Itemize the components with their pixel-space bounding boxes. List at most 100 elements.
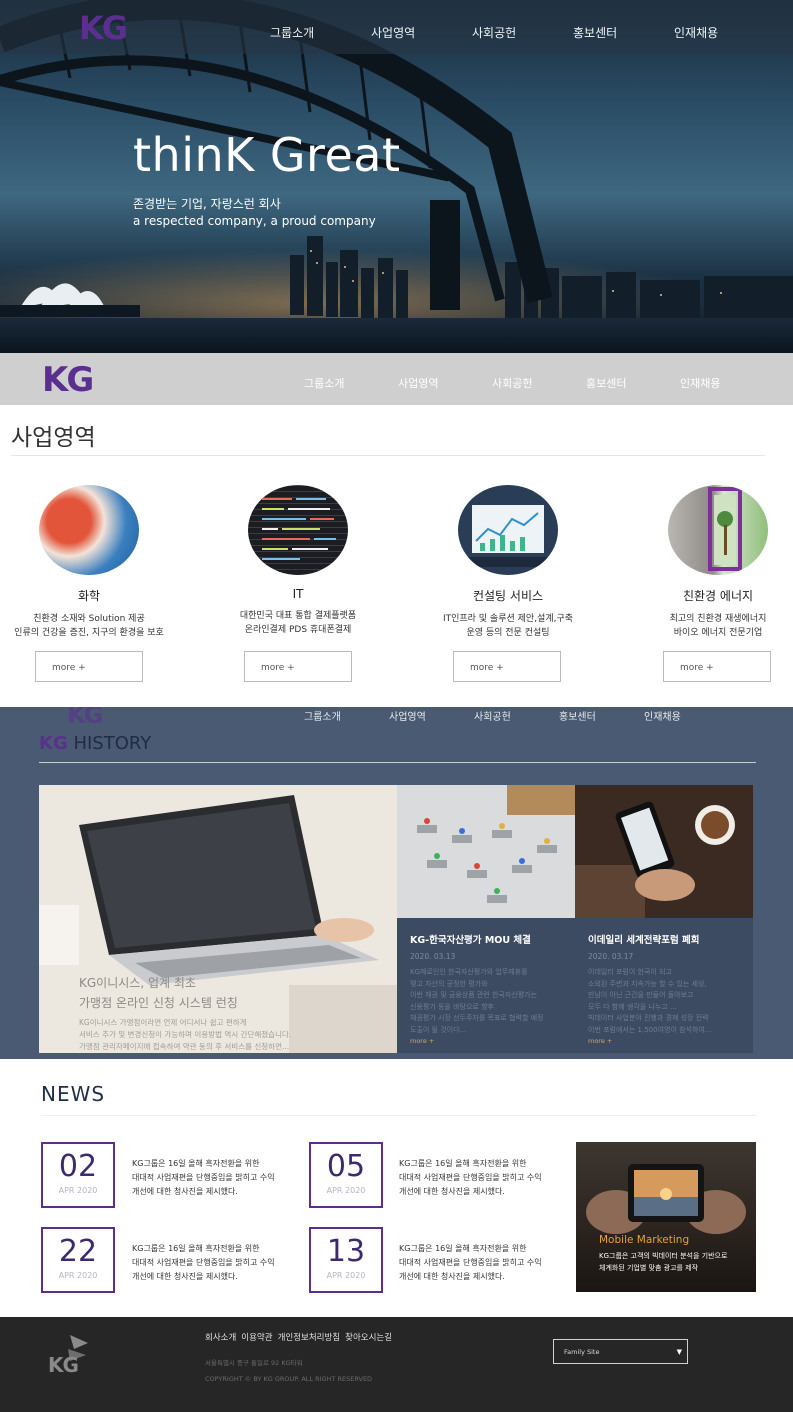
history-main-text: KG이니시스 가맹점이라면 언제 어디서나 쉽고 편하게 서비스 추가 및 변경… [79, 1017, 379, 1053]
divider [41, 1115, 756, 1116]
business-desc-line: 친환경 소재와 Solution 제공 [33, 614, 145, 624]
nav-item-group-intro[interactable]: 그룹소개 [304, 375, 398, 391]
hero-nav-menu: 그룹소개 사업영역 사회공헌 홍보센터 인재채용 [270, 24, 775, 41]
history-card-text-line: 채권평가 시장 선두주자를 목표로 협력할 예정 [410, 1014, 544, 1022]
business-desc: 친환경 소재와 Solution 제공 인류의 건강을 증진, 지구의 환경을 … [9, 612, 169, 640]
phone-illustration [575, 785, 753, 918]
news-day: 02 [58, 1149, 98, 1184]
hero-title: thinK Great [133, 128, 401, 182]
history-card-text-line: 도출이 될 것이다... [410, 1025, 467, 1034]
nav-item-recruit[interactable]: 인재채용 [674, 24, 775, 41]
history-card-title: 이데일리 세계전략포럼 폐회 [588, 935, 700, 946]
news-date-box[interactable]: 13 APR 2020 [309, 1227, 383, 1293]
nav-item-pr-center[interactable]: 홍보센터 [586, 375, 680, 391]
more-link[interactable]: more + [410, 1037, 434, 1045]
more-button-green-energy[interactable]: more + [663, 651, 771, 682]
more-button-chemical[interactable]: more + [35, 651, 143, 682]
hero-banner: KG 그룹소개 사업영역 사회공헌 홍보센터 인재채용 thinK Great … [0, 0, 793, 353]
history-card-text: KG제로인인 한국자산평가와 업무제휴를 맺고 자산의 공정한 평가와 이번 채… [410, 967, 563, 1036]
nav-item-recruit[interactable]: 인재채용 [680, 375, 774, 391]
history-card-forum[interactable]: 이데일리 세계전략포럼 폐회 2020. 03.17 이데일리 포럼이 한국이 … [575, 918, 753, 1053]
nav-item-recruit[interactable]: 인재채용 [644, 708, 729, 723]
business-item-consulting: 컨설팅 서비스 IT인프라 및 솔루션 제안,설계,구축 운영 등의 전문 컨설… [428, 485, 588, 640]
news-section-title: NEWS [41, 1082, 106, 1106]
business-desc: 최고의 친환경 재생에너지 바이오 에너지 전문기업 [638, 612, 793, 640]
business-desc-line: 운영 등의 전문 컨설팅 [466, 628, 550, 638]
history-main-text-line: 서비스 추가 및 변경신청이 가능하며 이용방법 역시 간단해졌습니다. [79, 1030, 292, 1039]
news-item-text[interactable]: KG그룹은 16일 올해 흑자전환을 위한 대대적 사업재편을 단행중임을 밝히… [399, 1242, 569, 1284]
history-main-card[interactable]: KG이니시스, 업계 최초 가맹점 온라인 신청 시스템 런칭 KG이니시스 가… [39, 785, 397, 1053]
news-date-box[interactable]: 05 APR 2020 [309, 1142, 383, 1208]
family-site-select[interactable]: Family Site ▼ [553, 1339, 688, 1364]
news-item-text[interactable]: KG그룹은 16일 올해 흑자전환을 위한 대대적 사업재편을 단행중임을 밝히… [399, 1157, 569, 1199]
history-card-mou[interactable]: KG-한국자산평가 MOU 체결 2020. 03.13 KG제로인인 한국자산… [397, 918, 575, 1053]
news-text-line: KG그룹은 16일 올해 흑자전환을 위한 [132, 1244, 260, 1253]
business-item-chemical: 화학 친환경 소재와 Solution 제공 인류의 건강을 증진, 지구의 환… [9, 485, 169, 640]
promo-text-line: KG그룹은 고객의 빅데이터 분석을 기반으로 [599, 1252, 728, 1260]
promo-text: KG그룹은 고객의 빅데이터 분석을 기반으로 체계화된 기업별 맞춤 광고를 … [599, 1250, 749, 1274]
footer-link-directions[interactable]: 찾아오시는길 [345, 1331, 392, 1343]
history-card-text-line: 이번 포럼에서는 1,500여명이 참석하여... [588, 1025, 712, 1034]
nav-item-business[interactable]: 사업영역 [389, 708, 474, 723]
history-card-text-line: 모두 다 함께 생각을 나누고 ... [588, 1002, 677, 1011]
kg-logo[interactable]: KG [79, 9, 128, 47]
footer-address: 서울특별시 중구 통일로 92 KG타워 [205, 1359, 303, 1367]
news-text-line: 대대적 사업재편을 단행중임을 밝히고 수익 [132, 1258, 275, 1267]
business-name: 컨설팅 서비스 [472, 589, 544, 603]
mobile-marketing-banner[interactable]: Mobile Marketing KG그룹은 고객의 빅데이터 분석을 기반으로… [576, 1142, 756, 1292]
kg-logo[interactable]: KG [42, 360, 94, 400]
nav-item-social[interactable]: 사회공헌 [474, 708, 559, 723]
business-name: 화학 [77, 589, 101, 603]
footer-link-about[interactable]: 회사소개 [205, 1331, 236, 1343]
figurines-illustration [397, 785, 575, 918]
news-date-box[interactable]: 02 APR 2020 [41, 1142, 115, 1208]
footer-link-terms[interactable]: 이용약관 [241, 1331, 272, 1343]
nav-item-group-intro[interactable]: 그룹소개 [270, 24, 371, 41]
family-site-label: Family Site [564, 1348, 600, 1356]
harbor-water [0, 318, 793, 353]
history-section: KG 그룹소개 사업영역 사회공헌 홍보센터 인재채용 KG HISTORY K… [0, 707, 793, 1059]
business-name: IT [292, 587, 304, 601]
more-link[interactable]: more + [588, 1037, 612, 1045]
history-main-title-line: 가맹점 온라인 신청 시스템 런칭 [79, 996, 238, 1010]
nav-item-group-intro[interactable]: 그룹소개 [304, 708, 389, 723]
figurines-image [397, 785, 575, 918]
kg-logo: KG [67, 707, 103, 729]
footer-link-privacy[interactable]: 개인정보처리방침 [278, 1331, 341, 1343]
page: KG 그룹소개 사업영역 사회공헌 홍보센터 인재채용 thinK Great … [0, 0, 793, 1412]
footer-links: 회사소개 이용약관 개인정보처리방침 찾아오시는길 [205, 1331, 392, 1343]
dashboard-image [458, 485, 558, 575]
nav-item-business[interactable]: 사업영역 [371, 24, 472, 41]
history-card-text-line: 맺고 자산의 공정한 평가와 [410, 979, 488, 988]
history-card-date: 2020. 03.13 [410, 952, 456, 961]
more-button-it[interactable]: more + [244, 651, 352, 682]
business-desc-line: 최고의 친환경 재생에너지 [669, 614, 767, 624]
history-card-text-line: 빅데이터 사업분야 진행과 경제 성장 전략 [588, 1014, 709, 1022]
code-lines [262, 498, 336, 560]
sticky-navbar: KG 그룹소개 사업영역 사회공헌 홍보센터 인재채용 [0, 353, 793, 405]
more-button-consulting[interactable]: more + [453, 651, 561, 682]
news-item-text[interactable]: KG그룹은 16일 올해 흑자전환을 위한 대대적 사업재편을 단행중임을 밝히… [132, 1157, 302, 1199]
news-text-line: 대대적 사업재편을 단행중임을 밝히고 수익 [132, 1173, 275, 1182]
news-text-line: 개선에 대한 청사진을 제시했다. [132, 1272, 238, 1281]
footer-logo-text: KG [48, 1353, 79, 1377]
news-text-line: KG그룹은 16일 올해 흑자전환을 위한 [132, 1159, 260, 1168]
eco-door-image [668, 485, 768, 575]
footer: KG 회사소개 이용약관 개인정보처리방침 찾아오시는길 서울특별시 중구 통일… [0, 1317, 793, 1412]
news-day: 22 [58, 1234, 98, 1269]
history-card-text: 이데일리 포럼이 한국이 되고 소외된 주변과 지속가능 할 수 있는 세상, … [588, 967, 741, 1036]
business-desc-line: 인류의 건강을 증진, 지구의 환경을 보호 [14, 628, 164, 638]
nav-item-social[interactable]: 사회공헌 [472, 24, 573, 41]
caret-down-icon: ▼ [676, 1348, 682, 1356]
nav-item-business[interactable]: 사업영역 [398, 375, 492, 391]
nav-item-social[interactable]: 사회공헌 [492, 375, 586, 391]
business-item-it: IT 대한민국 대표 통합 결제플랫폼 온라인결제 PDS 휴대폰결제 [218, 485, 378, 637]
footer-logo[interactable]: KG [48, 1335, 88, 1383]
news-text-line: 개선에 대한 청사진을 제시했다. [132, 1187, 238, 1196]
nav-item-pr-center[interactable]: 홍보센터 [559, 708, 644, 723]
news-date-box[interactable]: 22 APR 2020 [41, 1227, 115, 1293]
sticky-nav-menu: 그룹소개 사업영역 사회공헌 홍보센터 인재채용 [304, 375, 774, 391]
nav-item-pr-center[interactable]: 홍보센터 [573, 24, 674, 41]
history-title-text: HISTORY [67, 733, 152, 754]
news-item-text[interactable]: KG그룹은 16일 올해 흑자전환을 위한 대대적 사업재편을 단행중임을 밝히… [132, 1242, 302, 1284]
